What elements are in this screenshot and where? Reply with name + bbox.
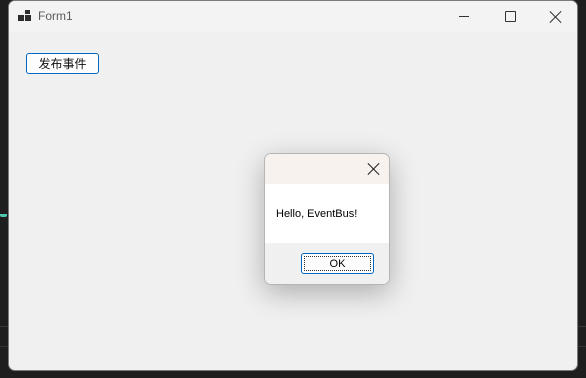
message-box-body: Hello, EventBus! <box>265 184 389 243</box>
maximize-button[interactable] <box>487 1 533 32</box>
maximize-icon <box>504 11 516 22</box>
editor-underline-glyph <box>0 200 7 217</box>
title-bar[interactable]: Form1 <box>9 1 577 32</box>
message-box-dialog: Hello, EventBus! OK <box>264 153 390 285</box>
message-box-title-bar[interactable] <box>265 154 389 184</box>
publish-event-button[interactable]: 发布事件 <box>26 53 99 74</box>
minimize-button[interactable] <box>441 1 487 32</box>
ok-button[interactable]: OK <box>301 253 374 274</box>
close-button[interactable] <box>533 1 577 32</box>
close-icon <box>550 11 562 23</box>
message-box-footer: OK <box>265 243 389 284</box>
message-text: Hello, EventBus! <box>276 208 358 220</box>
close-icon <box>368 163 380 175</box>
winforms-app-icon <box>18 10 31 22</box>
window-title: Form1 <box>38 9 73 23</box>
message-box-close-button[interactable] <box>359 154 389 184</box>
minimize-icon <box>459 16 469 17</box>
